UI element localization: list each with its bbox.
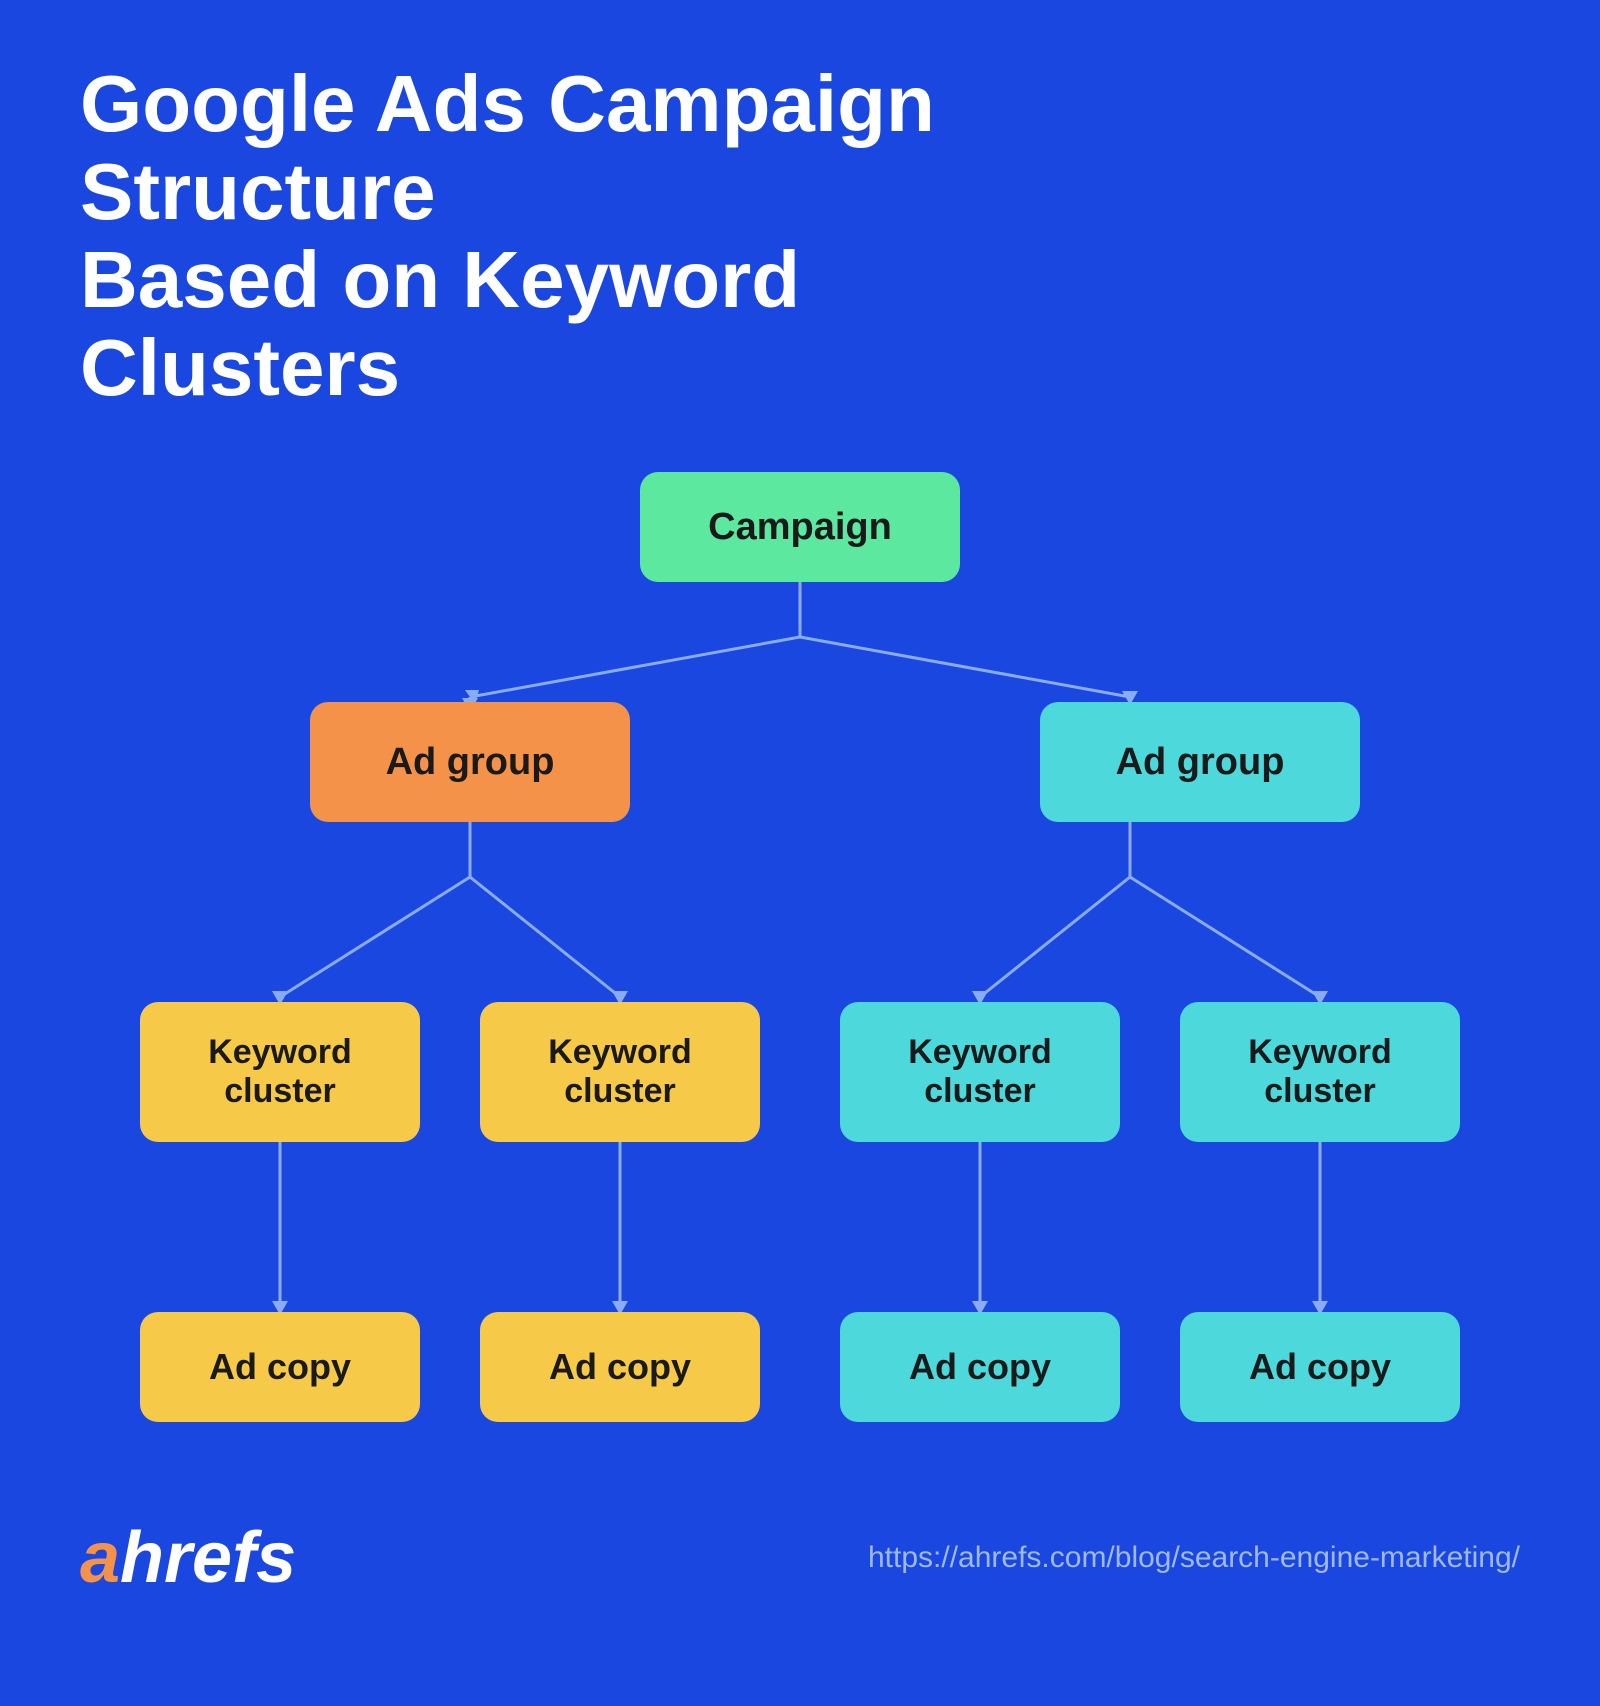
ahrefs-logo: a hrefs [80, 1522, 296, 1594]
adgroup-left-node: Ad group [310, 702, 630, 822]
ad-copy-2-node: Ad copy [480, 1312, 760, 1422]
ad-copy-1-node: Ad copy [140, 1312, 420, 1422]
keyword-cluster-3-node: Keyword cluster [840, 1002, 1120, 1142]
footer-url: https://ahrefs.com/blog/search-engine-ma… [868, 1541, 1520, 1575]
keyword-cluster-4-label: Keyword cluster [1196, 1033, 1444, 1111]
main-container: Google Ads Campaign Structure Based on K… [0, 0, 1600, 1706]
adgroup-right-label: Ad group [1116, 741, 1285, 784]
ad-copy-4-node: Ad copy [1180, 1312, 1460, 1422]
adgroup-right-node: Ad group [1040, 702, 1360, 822]
adgroup-left-label: Ad group [386, 741, 555, 784]
keyword-cluster-1-label: Keyword cluster [156, 1033, 404, 1111]
keyword-cluster-3-label: Keyword cluster [856, 1033, 1104, 1111]
ad-copy-2-label: Ad copy [549, 1346, 691, 1388]
keyword-cluster-1-node: Keyword cluster [140, 1002, 420, 1142]
title-line1: Google Ads Campaign Structure [80, 59, 935, 236]
logo-letter-hrefs: hrefs [120, 1522, 296, 1594]
ad-copy-4-label: Ad copy [1249, 1346, 1391, 1388]
keyword-cluster-2-node: Keyword cluster [480, 1002, 760, 1142]
keyword-cluster-2-label: Keyword cluster [496, 1033, 744, 1111]
page-title: Google Ads Campaign Structure Based on K… [80, 60, 980, 412]
ad-copy-3-node: Ad copy [840, 1312, 1120, 1422]
title-line2: Based on Keyword Clusters [80, 235, 800, 412]
logo-letter-a: a [80, 1522, 120, 1594]
keyword-cluster-4-node: Keyword cluster [1180, 1002, 1460, 1142]
campaign-node: Campaign [640, 472, 960, 582]
ad-copy-1-label: Ad copy [209, 1346, 351, 1388]
diagram-wrapper: Campaign Ad group Ad group Keyword clust… [80, 472, 1520, 1472]
ad-copy-3-label: Ad copy [909, 1346, 1051, 1388]
footer: a hrefs https://ahrefs.com/blog/search-e… [80, 1502, 1520, 1594]
campaign-label: Campaign [708, 506, 892, 549]
